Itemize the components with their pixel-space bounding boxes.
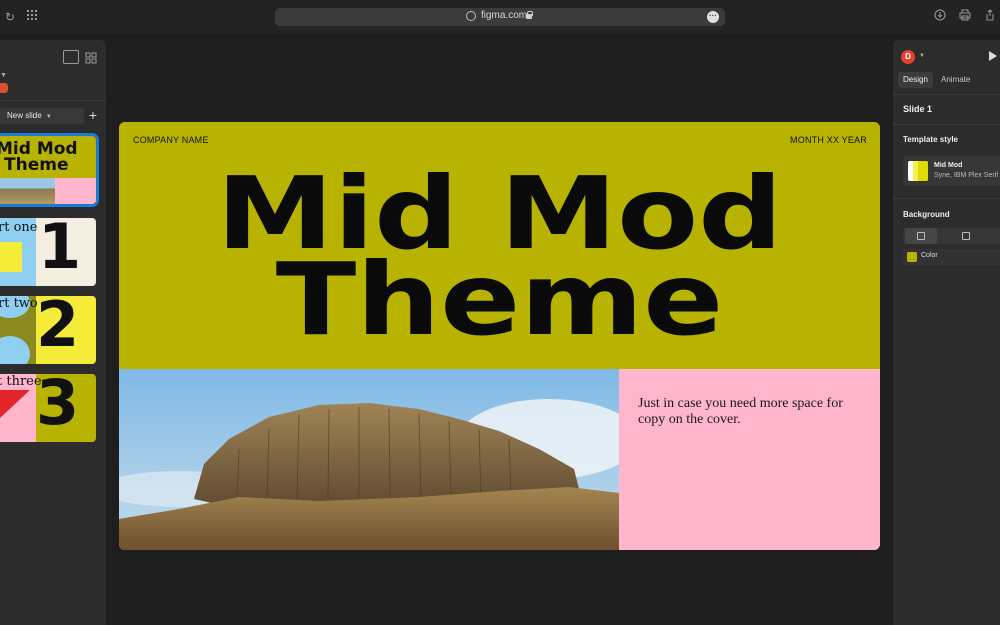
download-icon[interactable] [932, 9, 948, 25]
share-icon[interactable] [982, 9, 998, 25]
globe-icon [466, 11, 476, 21]
background-type-toggle[interactable] [903, 228, 1000, 244]
slide-thumbnail-4[interactable]: t three 3 [0, 374, 96, 442]
browser-toolbar: ↻ figma.com ··· [0, 0, 1000, 34]
thumb-pink-box [55, 178, 96, 204]
print-icon[interactable] [957, 9, 973, 25]
new-slide-label: New slide [7, 111, 42, 120]
background-image-option[interactable] [905, 228, 937, 244]
thumb-number: 1 [38, 218, 82, 283]
slide-thumbnail-1[interactable]: Mid Mod Theme [0, 133, 99, 207]
new-slide-button[interactable]: New slide ▼ [0, 108, 84, 124]
color-label: Color [921, 252, 938, 259]
background-fill-option[interactable] [950, 228, 982, 244]
slide-thumbnail-2[interactable]: rt one 1 [0, 218, 96, 286]
fill-icon [962, 232, 970, 240]
tab-animate[interactable]: Animate [936, 72, 975, 88]
address-bar[interactable]: figma.com ··· [275, 8, 725, 26]
date-text[interactable]: MONTH XX YEAR [790, 135, 867, 145]
avatar[interactable]: D [901, 50, 915, 64]
divider [893, 124, 1000, 125]
template-fonts: Syne, IBM Plex Serif [934, 172, 999, 179]
cover-body-text[interactable]: Just in case you need more space for cop… [638, 396, 868, 428]
slide-canvas[interactable]: COMPANY NAME MONTH XX YEAR Mid Mod Theme [119, 122, 880, 550]
slide-label: Slide 1 [903, 104, 933, 114]
more-icon[interactable]: ··· [707, 11, 719, 23]
background-heading: Background [903, 210, 950, 219]
reload-icon[interactable]: ↻ [2, 9, 18, 25]
template-style-card[interactable]: Mid Mod Syne, IBM Plex Serif [903, 156, 1000, 186]
panel-toggle-icon[interactable] [63, 50, 79, 64]
grid-view-icon[interactable] [85, 51, 97, 64]
add-slide-button[interactable]: + [86, 107, 100, 123]
thumb-number: 3 [36, 374, 80, 439]
divider [0, 100, 106, 101]
title-line-2[interactable]: Theme [119, 250, 880, 350]
play-icon[interactable] [989, 51, 997, 61]
chevron-down-icon[interactable]: ▼ [919, 53, 925, 59]
tab-design[interactable]: Design [898, 72, 933, 88]
slide-header-area: COMPANY NAME MONTH XX YEAR Mid Mod Theme [119, 122, 880, 369]
image-icon [917, 232, 925, 240]
slides-panel: ▼ New slide ▼ + Mid Mod Theme rt one 1 r… [0, 40, 106, 625]
thumb-title-line2: Theme [4, 155, 69, 175]
thumb-part-label: rt two [0, 296, 38, 311]
status-badge [0, 83, 8, 93]
divider [893, 198, 1000, 199]
template-name: Mid Mod [934, 162, 963, 169]
copy-box: Just in case you need more space for cop… [619, 369, 880, 550]
thumb-red-triangle [0, 390, 30, 418]
chevron-down-icon: ▼ [45, 114, 52, 120]
color-swatch[interactable] [907, 252, 917, 262]
company-name[interactable]: COMPANY NAME [133, 135, 209, 145]
chevron-down-icon[interactable]: ▼ [0, 72, 7, 79]
slide-thumbnail-3[interactable]: rt two 2 [0, 296, 96, 364]
thumb-part-label: rt one [0, 220, 38, 235]
template-swatch [908, 161, 928, 181]
thumb-number: 2 [36, 296, 80, 361]
grid-icon[interactable] [24, 9, 40, 25]
lock-icon [526, 11, 533, 19]
thumb-yellow-block [0, 242, 22, 272]
divider [893, 94, 1000, 95]
properties-panel: D ▼ Design Animate Slide 1 Template styl… [893, 40, 1000, 625]
cover-photo[interactable] [119, 369, 619, 550]
url-text: figma.com [481, 10, 528, 21]
template-style-heading: Template style [903, 135, 958, 144]
background-color-row[interactable]: Color [903, 249, 1000, 265]
thumb-photo [0, 178, 55, 204]
